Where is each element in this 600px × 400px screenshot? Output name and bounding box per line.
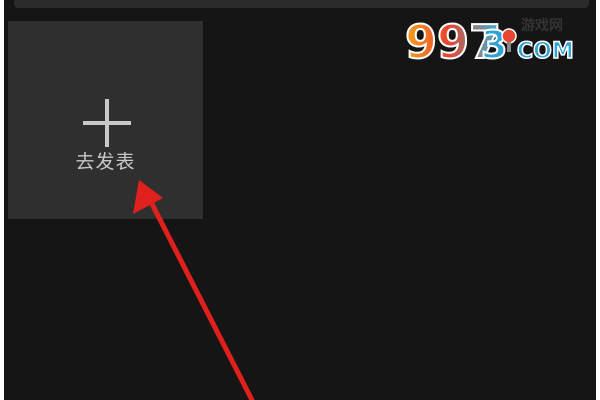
plus-icon bbox=[83, 99, 131, 147]
svg-text:游戏网: 游戏网 bbox=[521, 17, 563, 34]
site-watermark-logo: 997 3 游戏网 COM bbox=[405, 14, 575, 66]
top-bar bbox=[14, 0, 589, 8]
svg-text:3: 3 bbox=[481, 23, 507, 66]
publish-label: 去发表 bbox=[75, 151, 136, 173]
svg-text:COM: COM bbox=[517, 39, 574, 64]
publish-tile[interactable]: 去发表 bbox=[8, 21, 203, 219]
